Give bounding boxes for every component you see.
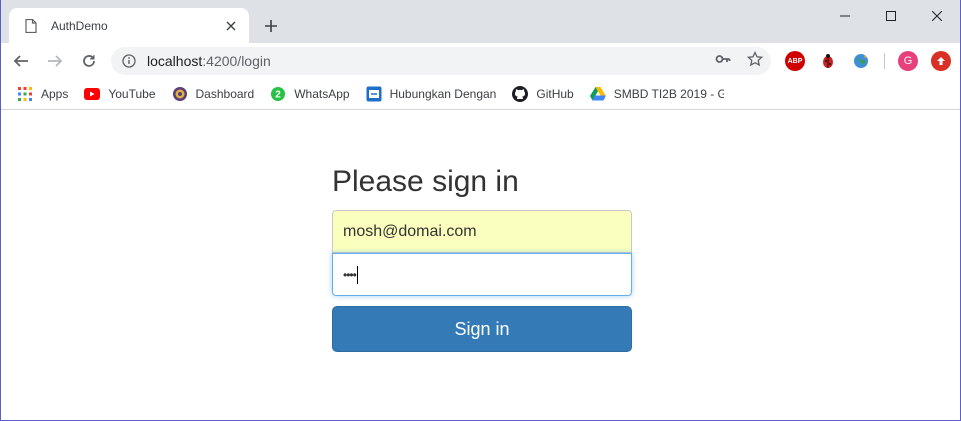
bookmark-label: WhatsApp xyxy=(294,87,350,101)
signin-form: Please sign in mosh@domai.com •••• Sign … xyxy=(332,163,632,352)
address-bar[interactable]: localhost:4200/login xyxy=(111,47,771,75)
globe-extension-icon[interactable] xyxy=(851,51,871,71)
github-icon xyxy=(512,86,529,102)
page-icon xyxy=(23,18,39,34)
site-info-icon[interactable] xyxy=(121,53,137,69)
email-value: mosh@domai.com xyxy=(343,222,477,240)
tab-title: AuthDemo xyxy=(51,18,108,33)
password-field[interactable]: •••• xyxy=(332,253,632,296)
bookmark-label: Hubungkan Dengan xyxy=(389,87,497,101)
password-mask: •••• xyxy=(343,267,357,282)
page-content: Please sign in mosh@domai.com •••• Sign … xyxy=(1,111,960,420)
bookmark-label: Apps xyxy=(41,87,69,101)
bookmark-label: YouTube xyxy=(108,87,156,101)
youtube-icon xyxy=(84,86,101,102)
svg-text:2: 2 xyxy=(275,90,281,101)
back-button[interactable] xyxy=(7,47,35,75)
update-icon[interactable] xyxy=(931,51,951,71)
tab-authdemo[interactable]: AuthDemo xyxy=(9,8,249,43)
maximize-button[interactable] xyxy=(868,0,914,32)
new-tab-button[interactable] xyxy=(259,14,283,38)
extensions-area: ABP G xyxy=(785,50,951,72)
apps-grid-icon xyxy=(17,86,33,102)
bookmarks-bar: Apps YouTube Dashboard 2 WhatsApp Hubung… xyxy=(1,79,960,110)
bookmark-apps[interactable]: Apps xyxy=(17,86,68,102)
adblock-icon[interactable]: ABP xyxy=(785,51,805,71)
window-controls xyxy=(822,0,960,32)
signin-button[interactable]: Sign in xyxy=(332,306,632,352)
url-host: localhost xyxy=(147,53,203,69)
dashboard-icon xyxy=(172,86,188,102)
toolbar-separator xyxy=(884,53,885,69)
browser-window: AuthDemo localhost:4200/login ABP G App… xyxy=(0,0,961,421)
tab-close-icon[interactable] xyxy=(223,18,239,34)
url-path: :4200/login xyxy=(202,53,271,69)
close-window-button[interactable] xyxy=(914,0,960,32)
bookmark-github[interactable]: GitHub xyxy=(512,86,574,102)
bookmark-whatsapp[interactable]: 2 WhatsApp xyxy=(270,86,350,102)
minimize-button[interactable] xyxy=(822,0,868,32)
google-drive-icon xyxy=(589,86,606,102)
key-icon[interactable] xyxy=(715,51,731,72)
bookmark-label: Dashboard xyxy=(195,87,255,101)
text-caret xyxy=(356,265,358,284)
signin-heading: Please sign in xyxy=(332,165,519,198)
bookmark-label: SMBD TI2B 2019 - Gc xyxy=(613,87,724,101)
hubungkan-icon xyxy=(366,86,382,102)
tab-strip: AuthDemo xyxy=(1,0,960,43)
bookmark-youtube[interactable]: YouTube xyxy=(84,86,156,102)
email-field[interactable]: mosh@domai.com xyxy=(332,210,632,253)
ladybug-extension-icon[interactable] xyxy=(818,51,838,71)
bookmark-dashboard[interactable]: Dashboard xyxy=(172,86,255,102)
whatsapp-icon: 2 xyxy=(270,86,286,102)
bookmark-hubungkan[interactable]: Hubungkan Dengan xyxy=(366,86,497,102)
bookmark-smbd[interactable]: SMBD TI2B 2019 - Gc xyxy=(589,86,724,102)
bookmark-star-icon[interactable] xyxy=(746,50,764,72)
bookmark-label: GitHub xyxy=(536,87,574,101)
forward-button[interactable] xyxy=(41,47,69,75)
reload-button[interactable] xyxy=(75,47,103,75)
profile-avatar[interactable]: G xyxy=(898,51,918,71)
